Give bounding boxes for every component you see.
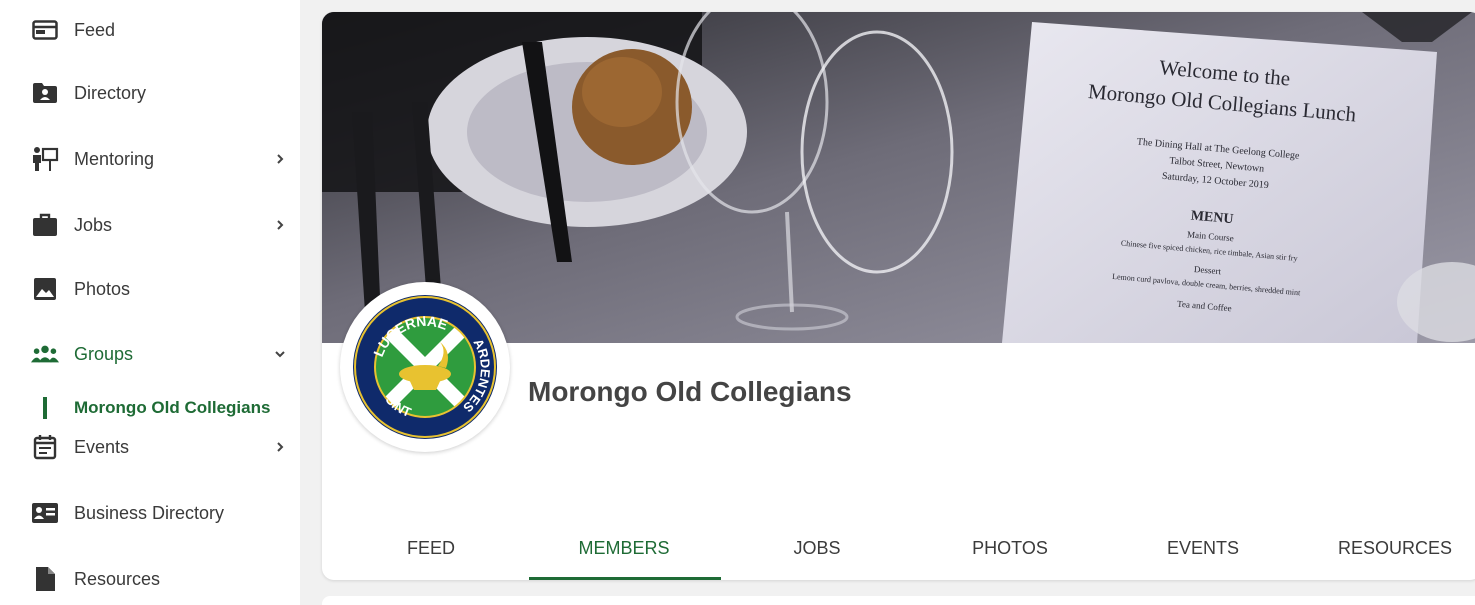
sidebar-item-label: Directory [74, 82, 147, 103]
sidebar-item-business-directory[interactable]: Business Directory [0, 493, 300, 533]
directory-icon [31, 80, 59, 106]
tab-jobs[interactable]: JOBS [721, 538, 913, 559]
sidebar-item-directory[interactable]: Directory [0, 73, 300, 113]
sidebar-item-label: Events [74, 436, 130, 457]
active-indicator [43, 397, 47, 419]
chevron-right-icon [273, 152, 287, 166]
group-header-card: Welcome to the Morongo Old Collegians Lu… [322, 12, 1475, 580]
sidebar-item-label: Groups [74, 343, 134, 364]
sidebar-item-events[interactable]: Events [0, 427, 300, 467]
content-card-edge [322, 596, 1475, 605]
groups-icon [31, 341, 59, 367]
tab-members[interactable]: MEMBERS [528, 538, 720, 559]
sidebar: Feed Directory Mentoring Jobs Photos Gro… [0, 0, 300, 605]
sidebar-item-feed[interactable]: Feed [0, 10, 300, 50]
calendar-icon [31, 434, 59, 460]
sidebar-subitem-morongo-old-collegians[interactable]: Morongo Old Collegians [0, 392, 300, 424]
sidebar-item-groups[interactable]: Groups [0, 334, 300, 374]
active-tab-indicator [529, 577, 721, 580]
sidebar-item-label: Feed [74, 19, 116, 40]
tab-events[interactable]: EVENTS [1107, 538, 1299, 559]
tab-feed[interactable]: FEED [335, 538, 527, 559]
sidebar-item-mentoring[interactable]: Mentoring [0, 139, 300, 179]
group-tabs: FEED MEMBERS JOBS PHOTOS EVENTS RESOURCE… [322, 528, 1475, 580]
sidebar-item-label: Mentoring [74, 148, 155, 169]
sidebar-item-label: Business Directory [74, 502, 225, 523]
photo-icon [31, 276, 59, 302]
chevron-right-icon [273, 440, 287, 454]
tab-photos[interactable]: PHOTOS [914, 538, 1106, 559]
sidebar-item-resources[interactable]: Resources [0, 559, 300, 599]
business-card-icon [31, 500, 59, 526]
sidebar-subitem-label: Morongo Old Collegians [74, 398, 271, 417]
group-logo: LUCERNAE ARDENTES SINT [340, 282, 510, 452]
sidebar-item-label: Resources [74, 568, 161, 589]
chevron-down-icon [273, 347, 287, 361]
sidebar-item-label: Jobs [74, 214, 113, 235]
tab-resources[interactable]: RESOURCES [1299, 538, 1475, 559]
feed-icon [31, 17, 59, 43]
sidebar-item-label: Photos [74, 278, 131, 299]
chevron-right-icon [273, 218, 287, 232]
document-icon [31, 566, 59, 592]
sidebar-item-photos[interactable]: Photos [0, 269, 300, 309]
mentoring-icon [31, 146, 59, 172]
sidebar-item-jobs[interactable]: Jobs [0, 205, 300, 245]
briefcase-icon [31, 212, 59, 238]
group-title: Morongo Old Collegians [528, 376, 852, 407]
